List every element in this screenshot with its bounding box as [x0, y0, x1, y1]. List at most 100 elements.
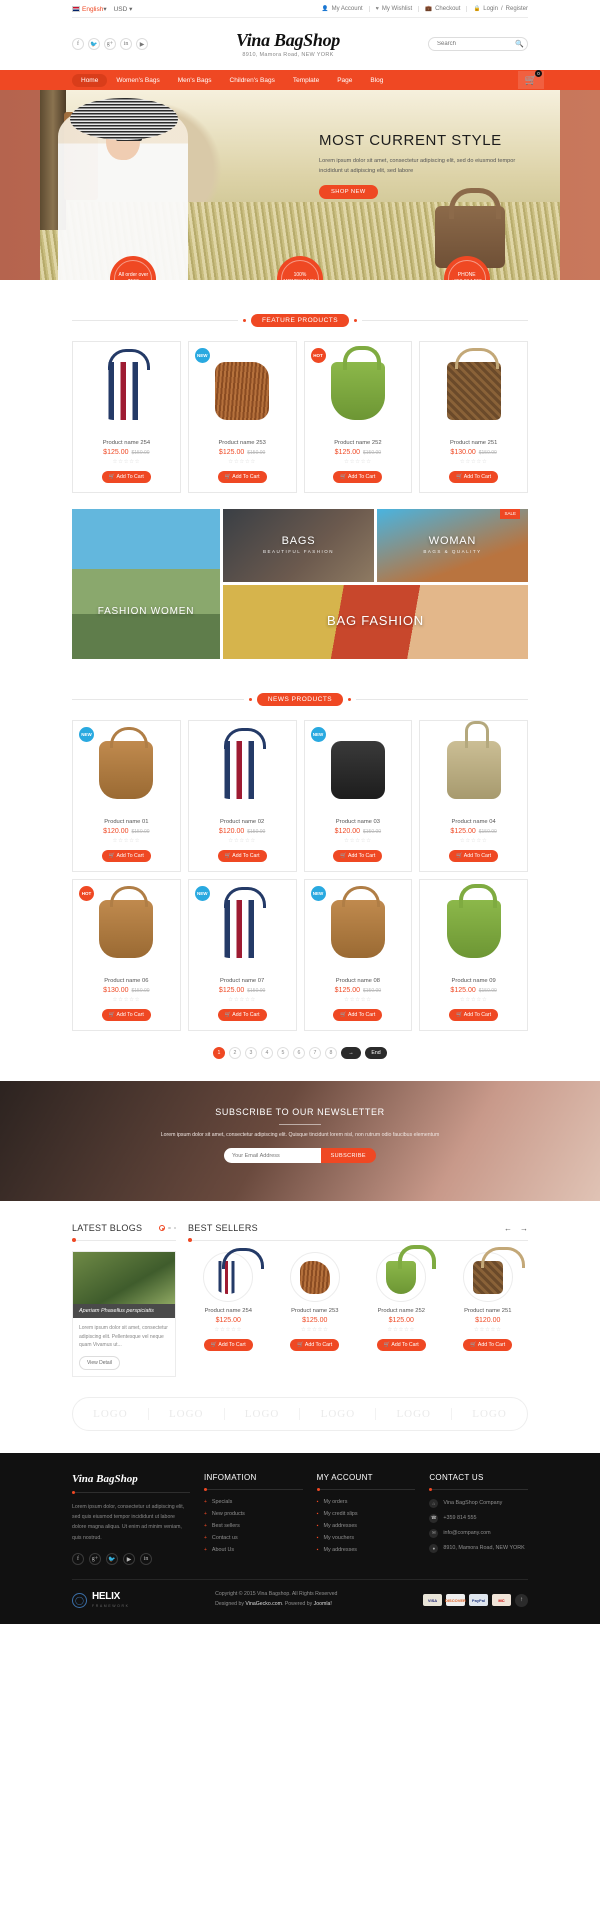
add-to-cart-button[interactable]: 🛒 Add To Cart — [333, 471, 383, 483]
product-card[interactable]: HOT Product name 252 $125.00 $150.00 ☆☆☆☆… — [303, 341, 413, 493]
my-account-link[interactable]: 👤 My Account — [316, 5, 370, 12]
page-button-2[interactable]: 2 — [229, 1047, 241, 1059]
subscribe-button[interactable]: SUBSCRIBE — [320, 1148, 376, 1163]
badge-free-shipping[interactable]: All order over $150 — [110, 256, 157, 280]
page-button-4[interactable]: 4 — [261, 1047, 273, 1059]
carousel-dot[interactable] — [168, 1226, 171, 1230]
next-page-button[interactable]: → — [341, 1047, 361, 1059]
joomla-link[interactable]: Joomla! — [314, 1601, 332, 1607]
rating-stars[interactable]: ☆☆☆☆☆ — [309, 459, 408, 465]
contact-email[interactable]: ✉ info@company.com — [429, 1528, 528, 1538]
rating-stars[interactable]: ☆☆☆☆☆ — [448, 1327, 529, 1333]
nav-item-template[interactable]: Template — [284, 74, 328, 87]
linkedin-icon[interactable]: in — [120, 38, 132, 50]
product-card[interactable]: NEW Product name 253 $125.00 $150.00 ☆☆☆☆… — [187, 341, 297, 493]
language-selector[interactable]: English▾ — [72, 5, 107, 13]
add-to-cart-button[interactable]: 🛒 Add To Cart — [217, 1009, 267, 1021]
nav-item-childrens-bags[interactable]: Children's Bags — [221, 74, 284, 87]
page-button-5[interactable]: 5 — [277, 1047, 289, 1059]
twitter-icon[interactable]: 🐦 — [88, 38, 100, 50]
footer-link-my-orders[interactable]: ▪ My orders — [317, 1499, 416, 1505]
add-to-cart-button[interactable]: 🛒 Add To Cart — [101, 1009, 151, 1021]
product-card[interactable]: NEW Product name 08 $125.00 $150.00 ☆☆☆☆☆… — [303, 879, 413, 1031]
hero-slider[interactable]: MOST CURRENT STYLE Lorem ipsum dolor sit… — [0, 90, 600, 280]
product-card[interactable]: Product name 251 $130.00 $150.00 ☆☆☆☆☆ 🛒 … — [419, 341, 528, 493]
page-button-1[interactable]: 1 — [213, 1047, 225, 1059]
shop-new-button[interactable]: SHOP NEW — [319, 185, 378, 200]
nav-item-home[interactable]: Home — [72, 73, 108, 87]
rating-stars[interactable]: ☆☆☆☆☆ — [188, 1327, 269, 1333]
rating-stars[interactable]: ☆☆☆☆☆ — [77, 838, 176, 844]
product-card[interactable]: Product name 02 $120.00 $150.00 ☆☆☆☆☆ 🛒 A… — [187, 720, 297, 872]
footer-link-my-credit-slips[interactable]: ▪ My credit slips — [317, 1511, 416, 1517]
collage-tile-fashion-women[interactable]: FASHION WOMEN — [72, 509, 220, 659]
carousel-dot-active[interactable] — [159, 1225, 165, 1231]
helix-framework-logo[interactable]: ◯ HELIX FRAMEWORK — [72, 1591, 130, 1609]
add-to-cart-button[interactable]: 🛒 Add To Cart — [463, 1339, 513, 1351]
search-input[interactable] — [437, 41, 515, 47]
footer-link-my-addresses[interactable]: ▪ My addresses — [317, 1523, 416, 1529]
nav-item-mens-bags[interactable]: Men's Bags — [169, 74, 221, 87]
checkout-link[interactable]: 💼 Checkout — [419, 5, 468, 12]
footer-link-about-us[interactable]: + About Us — [204, 1547, 303, 1553]
add-to-cart-button[interactable]: 🛒 Add To Cart — [217, 471, 267, 483]
add-to-cart-button[interactable]: 🛒 Add To Cart — [449, 1009, 499, 1021]
footer-link-contact-us[interactable]: + Contact us — [204, 1535, 303, 1541]
footer-link-best-sellers[interactable]: + Best sellers — [204, 1523, 303, 1529]
collage-tile-bags[interactable]: BAGS BEAUTIFUL FASHION — [223, 509, 374, 582]
nav-item-womens-bags[interactable]: Women's Bags — [107, 74, 168, 87]
blog-post-card[interactable]: Aperiam Phasellus perspiciatis Lorem ips… — [72, 1251, 176, 1377]
add-to-cart-button[interactable]: 🛒 Add To Cart — [203, 1339, 253, 1351]
rating-stars[interactable]: ☆☆☆☆☆ — [275, 1327, 356, 1333]
carousel-dots[interactable] — [159, 1225, 176, 1231]
vinagecko-link[interactable]: VinaGecko.com — [245, 1601, 282, 1607]
product-card[interactable]: Product name 04 $125.00 $150.00 ☆☆☆☆☆ 🛒 A… — [419, 720, 528, 872]
brand-logo[interactable]: LOGO — [452, 1408, 527, 1420]
brand-logo[interactable]: LOGO — [225, 1407, 301, 1420]
page-button-7[interactable]: 7 — [309, 1047, 321, 1059]
rating-stars[interactable]: ☆☆☆☆☆ — [193, 997, 292, 1003]
newsletter-email-input[interactable] — [224, 1148, 321, 1163]
search-icon[interactable]: 🔍 — [515, 40, 524, 48]
my-wishlist-link[interactable]: ♥ My Wishlist — [370, 5, 420, 12]
badge-money-back[interactable]: 100% MONEY BACK — [276, 256, 323, 280]
arrow-left-icon[interactable]: ← — [504, 1224, 512, 1233]
add-to-cart-button[interactable]: 🛒 Add To Cart — [217, 850, 267, 862]
page-button-6[interactable]: 6 — [293, 1047, 305, 1059]
collage-tile-woman[interactable]: SALE WOMAN BAGS & QUALITY — [377, 509, 528, 582]
rating-stars[interactable]: ☆☆☆☆☆ — [424, 997, 523, 1003]
footer-link-new-products[interactable]: + New products — [204, 1511, 303, 1517]
twitter-icon[interactable]: 🐦 — [106, 1553, 118, 1566]
brand-logo[interactable]: LOGO — [376, 1407, 453, 1420]
facebook-icon[interactable]: f — [72, 1553, 84, 1566]
product-card[interactable]: Product name 09 $125.00 $150.00 ☆☆☆☆☆ 🛒 A… — [419, 879, 528, 1031]
collage-tile-bag-fashion[interactable]: BAG FASHION — [223, 585, 528, 659]
best-seller-card[interactable]: Product name 254 $125.00 ☆☆☆☆☆ 🛒 Add To … — [188, 1247, 269, 1351]
login-register-links[interactable]: 🔒 Login / Register — [467, 6, 528, 12]
google-plus-icon[interactable]: g+ — [104, 38, 116, 50]
page-button-8[interactable]: 8 — [325, 1047, 337, 1059]
currency-selector[interactable]: USD ▾ — [114, 5, 133, 13]
add-to-cart-button[interactable]: 🛒 Add To Cart — [290, 1339, 340, 1351]
nav-item-page[interactable]: Page — [328, 74, 361, 87]
youtube-icon[interactable]: ▶ — [136, 38, 148, 50]
rating-stars[interactable]: ☆☆☆☆☆ — [193, 838, 292, 844]
scroll-to-top-button[interactable]: ↑ — [514, 1593, 528, 1607]
linkedin-icon[interactable]: in — [140, 1553, 152, 1566]
carousel-dot[interactable] — [173, 1226, 176, 1230]
search-box[interactable]: 🔍 — [428, 37, 528, 51]
badge-phone[interactable]: PHONE +359 814 555 — [443, 256, 490, 280]
best-seller-card[interactable]: Product name 251 $120.00 ☆☆☆☆☆ 🛒 Add To … — [448, 1246, 529, 1351]
product-card[interactable]: Product name 254 $125.00 $150.00 ☆☆☆☆☆ 🛒 … — [72, 341, 181, 493]
rating-stars[interactable]: ☆☆☆☆☆ — [77, 997, 176, 1003]
best-seller-card[interactable]: Product name 252 $125.00 ☆☆☆☆☆ 🛒 Add To … — [361, 1244, 442, 1351]
add-to-cart-button[interactable]: 🛒 Add To Cart — [333, 1009, 383, 1021]
register-label[interactable]: Register — [506, 6, 528, 12]
footer-link-specials[interactable]: + Specials — [204, 1499, 303, 1505]
brand-logo[interactable]: LOGO — [300, 1407, 377, 1420]
product-card[interactable]: NEW Product name 07 $125.00 $150.00 ☆☆☆☆☆… — [187, 879, 297, 1031]
rating-stars[interactable]: ☆☆☆☆☆ — [361, 1327, 442, 1333]
add-to-cart-button[interactable]: 🛒 Add To Cart — [376, 1339, 426, 1351]
page-button-3[interactable]: 3 — [245, 1047, 257, 1059]
nav-item-blog[interactable]: Blog — [361, 74, 392, 87]
